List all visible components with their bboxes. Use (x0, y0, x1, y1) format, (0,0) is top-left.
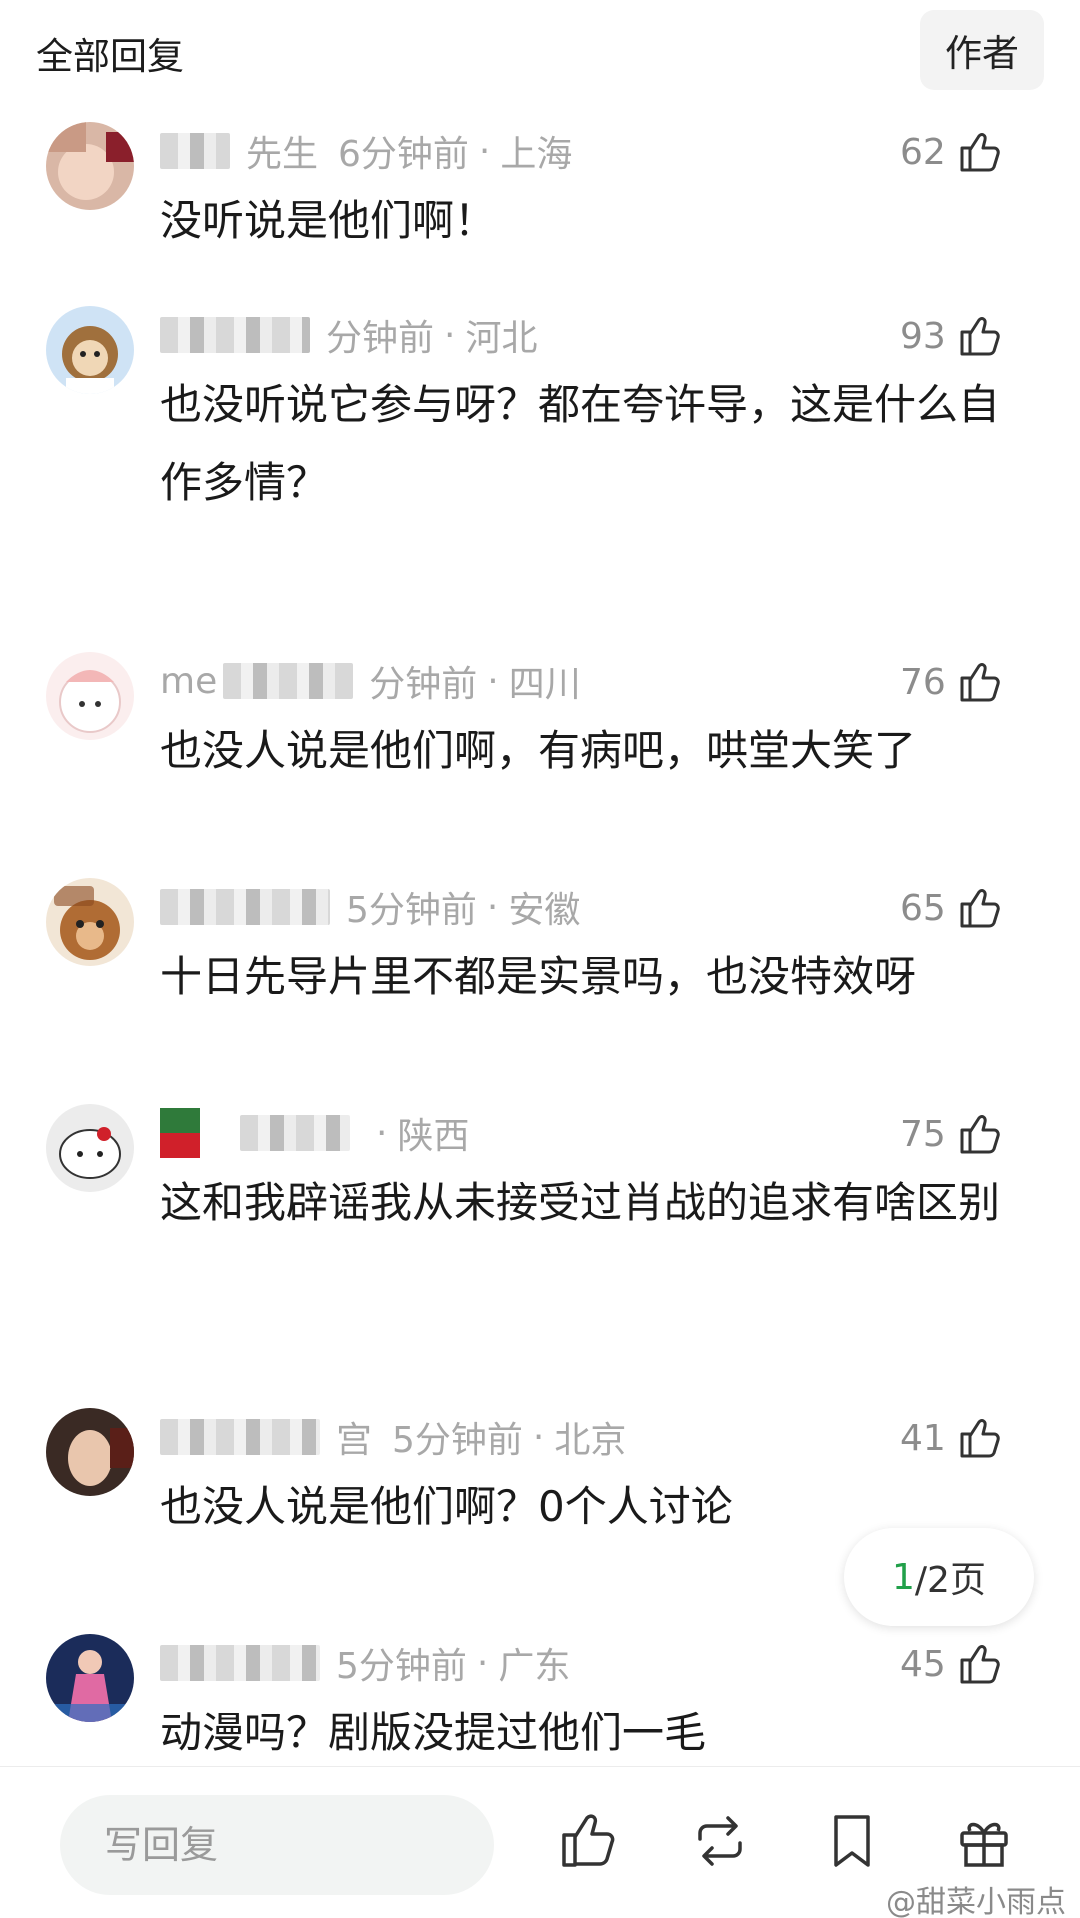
like-count: 93 (900, 315, 946, 357)
username: me (160, 660, 218, 702)
thumbs-up-icon (960, 317, 1000, 356)
username-blur (223, 663, 354, 699)
like-count: 62 (900, 131, 946, 173)
thumbs-up-icon (960, 1419, 1000, 1458)
like-count: 75 (900, 1113, 946, 1155)
avatar[interactable] (46, 1408, 134, 1496)
bottom-action-bar: @甜菜小雨点 (0, 1766, 1080, 1918)
comment-text: 十日先导片里不都是实景吗，也没特效呀 (160, 952, 917, 1001)
username-blur (160, 1108, 200, 1158)
username-blur (240, 1115, 350, 1151)
comment-meta: 分钟前 · 河北 (160, 310, 537, 360)
like-count: 65 (900, 887, 946, 929)
username: 宫 (336, 1420, 373, 1461)
avatar[interactable] (46, 878, 134, 966)
comment-time: 分钟前 (326, 318, 435, 359)
like-button[interactable]: 76 (900, 656, 1004, 708)
like-count: 45 (900, 1643, 946, 1685)
like-count: 76 (900, 661, 946, 703)
page-total: /2页 (914, 1560, 986, 1601)
avatar[interactable] (46, 1104, 134, 1192)
thumbs-up-icon (960, 889, 1000, 928)
username-blur (160, 133, 230, 169)
like-button[interactable]: 62 (900, 126, 1004, 178)
watermark: @甜菜小雨点 (886, 1885, 1066, 1918)
comment-location: 河北 (465, 318, 538, 359)
like-button[interactable]: 41 (900, 1412, 1004, 1464)
comment-text: 也没听说它参与呀？都在夸许导，这是什么自作多情？ (160, 380, 1001, 507)
avatar[interactable] (46, 652, 134, 740)
like-button[interactable]: 45 (900, 1638, 1004, 1690)
username-blur (160, 1419, 320, 1455)
comment-location: 陕西 (397, 1116, 470, 1157)
username-blur (160, 1645, 320, 1681)
like-count: 41 (900, 1417, 946, 1459)
bookmark-icon[interactable] (820, 1809, 884, 1873)
gift-icon[interactable] (952, 1809, 1016, 1873)
comment-meta: 5分钟前 · 安徽 (160, 882, 580, 932)
comment-location: 四川 (508, 664, 581, 705)
comment-meta: me 分钟前 · 四川 (160, 656, 581, 706)
like-button[interactable]: 75 (900, 1108, 1004, 1160)
avatar[interactable] (46, 306, 134, 394)
comment-location: 上海 (500, 134, 573, 175)
comment-location: 广东 (498, 1646, 571, 1687)
comment-meta: 宫 5分钟前 · 北京 (160, 1412, 626, 1462)
page-title: 全部回复 (36, 35, 184, 78)
comment-meta: 5分钟前 · 广东 (160, 1638, 570, 1688)
thumbs-up-icon (960, 1115, 1000, 1154)
comment-time: 5分钟前 (346, 890, 477, 931)
comment-text: 没听说是他们啊！ (160, 196, 497, 245)
author-filter-button[interactable]: 作者 (920, 10, 1044, 90)
comment-meta: · 陕西 (160, 1108, 469, 1158)
comment-text: 这和我辟谣我从未接受过肖战的追求有啥区别 (160, 1178, 1001, 1227)
thumbs-up-icon (960, 133, 1000, 172)
reply-input[interactable] (60, 1795, 494, 1895)
repost-icon[interactable] (688, 1809, 752, 1873)
comment-text: 动漫吗？剧版没提过他们一毛 (160, 1708, 707, 1757)
username: 先生 (246, 134, 319, 175)
like-button[interactable]: 93 (900, 310, 1004, 362)
comment-time: 6分钟前 (338, 134, 469, 175)
thumbs-up-icon (960, 663, 1000, 702)
replies-header: 全部回复 作者 (0, 0, 1080, 100)
current-page: 1 (892, 1556, 915, 1598)
avatar[interactable] (46, 122, 134, 210)
page-indicator[interactable]: 1/2页 (844, 1528, 1034, 1626)
comment-location: 安徽 (508, 890, 581, 931)
comment-time: 分钟前 (369, 664, 478, 705)
comment-location: 北京 (554, 1420, 627, 1461)
comment-time: 5分钟前 (336, 1646, 467, 1687)
like-button[interactable]: 65 (900, 882, 1004, 934)
avatar[interactable] (46, 1634, 134, 1722)
comment-meta: 先生 6分钟前 · 上海 (160, 126, 572, 176)
username-blur (160, 317, 310, 353)
username-blur (160, 889, 330, 925)
comment-time: 5分钟前 (392, 1420, 523, 1461)
thumbs-up-icon[interactable] (556, 1809, 620, 1873)
comment-text: 也没人说是他们啊，有病吧，哄堂大笑了 (160, 726, 917, 775)
thumbs-up-icon (960, 1645, 1000, 1684)
